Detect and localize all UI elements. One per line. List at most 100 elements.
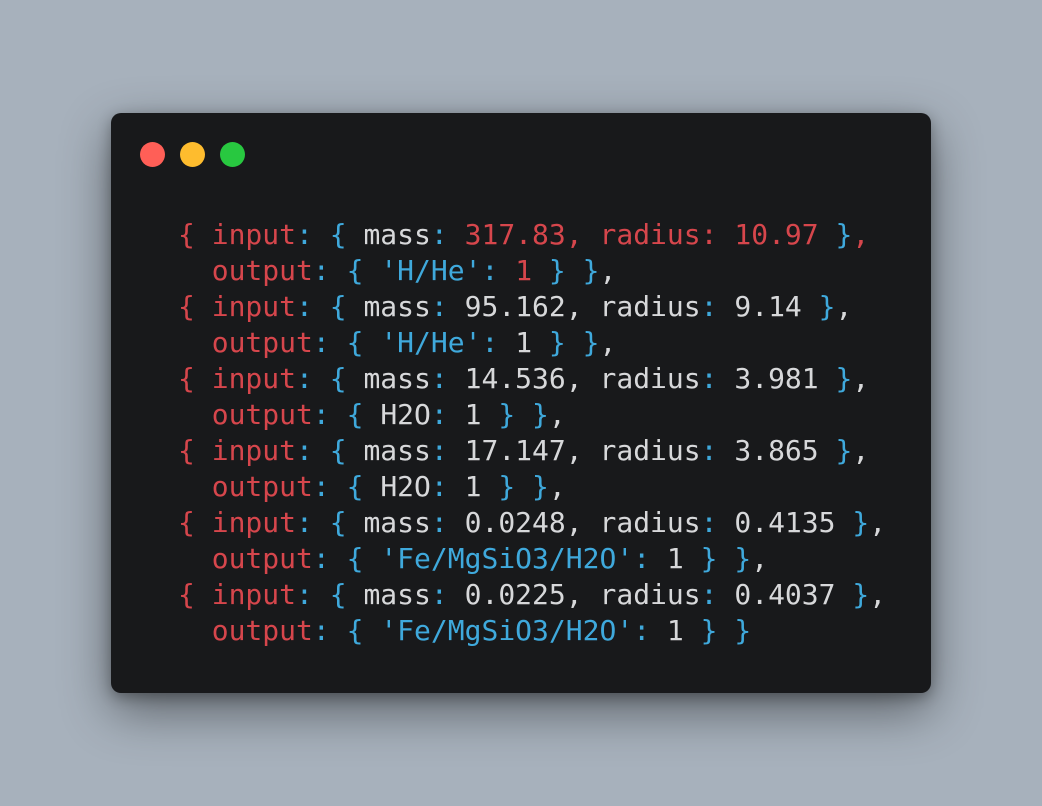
- code-token: {: [329, 578, 364, 611]
- code-token: :: [700, 578, 735, 611]
- code-token: }: [717, 614, 752, 647]
- code-token: :: [296, 362, 330, 395]
- code-token: {: [329, 362, 364, 395]
- code-token: }: [683, 542, 718, 575]
- code-token: }: [515, 470, 549, 503]
- close-button[interactable]: [140, 142, 165, 167]
- code-token: :: [633, 542, 667, 575]
- code-token: radius: [599, 434, 701, 467]
- code-token: {: [346, 614, 381, 647]
- code-token: 'H/He': [380, 326, 482, 359]
- code-token: ,: [751, 542, 769, 575]
- code-token: 'Fe/MgSiO3/H2O': [380, 614, 634, 647]
- code-line: output: { 'H/He': 1 } },: [178, 325, 886, 361]
- code-token: 1: [464, 398, 482, 431]
- code-token: output: [211, 398, 313, 431]
- code-token: 17.147: [464, 434, 566, 467]
- code-token: ,: [869, 578, 887, 611]
- code-token: ,: [835, 290, 853, 323]
- code-token: ,: [852, 362, 870, 395]
- maximize-button[interactable]: [220, 142, 245, 167]
- code-token: 1: [515, 326, 533, 359]
- code-token: 317.83: [464, 218, 566, 251]
- code-token: :: [430, 578, 465, 611]
- code-token: output: [211, 542, 313, 575]
- code-token: :: [430, 290, 465, 323]
- code-token: 'Fe/MgSiO3/H2O': [380, 542, 634, 575]
- code-token: {: [178, 578, 212, 611]
- code-token: }: [801, 290, 836, 323]
- code-token: ,: [852, 218, 870, 251]
- code-token: 0.4037: [734, 578, 836, 611]
- code-token: {: [178, 506, 212, 539]
- code-token: input: [211, 290, 297, 323]
- code-token: {: [346, 254, 381, 287]
- code-line: output: { 'Fe/MgSiO3/H2O': 1 } }: [178, 613, 886, 649]
- code-token: :: [296, 218, 330, 251]
- code-token: 1: [666, 614, 684, 647]
- code-token: input: [211, 434, 297, 467]
- code-token: 14.536: [464, 362, 566, 395]
- code-window: { input: { mass: 317.83, radius: 10.97 }…: [111, 113, 931, 693]
- code-token: }: [565, 254, 600, 287]
- code-token: :: [481, 254, 516, 287]
- code-token: mass: [363, 218, 431, 251]
- code-token: 3.981: [734, 362, 819, 395]
- code-token: {: [329, 506, 364, 539]
- code-token: :: [700, 434, 735, 467]
- code-token: }: [835, 506, 870, 539]
- code-token: ,: [565, 578, 600, 611]
- code-token: :: [430, 506, 465, 539]
- code-token: ,: [599, 326, 617, 359]
- code-token: ,: [548, 398, 566, 431]
- code-token: mass: [363, 506, 431, 539]
- code-token: 95.162: [464, 290, 566, 323]
- code-token: mass: [363, 290, 431, 323]
- code-line: { input: { mass: 95.162, radius: 9.14 },: [178, 289, 886, 325]
- code-token: {: [178, 362, 212, 395]
- code-token: :: [296, 506, 330, 539]
- code-token: input: [211, 578, 297, 611]
- code-token: {: [329, 434, 364, 467]
- code-token: radius: [599, 290, 701, 323]
- code-token: ,: [565, 362, 600, 395]
- code-token: }: [481, 470, 516, 503]
- code-token: mass: [363, 578, 431, 611]
- minimize-button[interactable]: [180, 142, 205, 167]
- code-line: { input: { mass: 0.0225, radius: 0.4037 …: [178, 577, 886, 613]
- code-token: 1: [464, 470, 482, 503]
- code-token: output: [211, 614, 313, 647]
- code-token: 0.4135: [734, 506, 836, 539]
- code-token: ,: [548, 470, 566, 503]
- code-token: :: [312, 542, 347, 575]
- code-token: }: [481, 398, 516, 431]
- code-line: output: { 'H/He': 1 } },: [178, 253, 886, 289]
- code-token: :: [296, 578, 330, 611]
- code-line: { input: { mass: 17.147, radius: 3.865 }…: [178, 433, 886, 469]
- code-token: input: [211, 506, 297, 539]
- code-line: { input: { mass: 0.0248, radius: 0.4135 …: [178, 505, 886, 541]
- code-line: { input: { mass: 317.83, radius: 10.97 }…: [178, 217, 886, 253]
- code-token: }: [565, 326, 600, 359]
- code-block: { input: { mass: 317.83, radius: 10.97 }…: [178, 217, 886, 649]
- code-token: ,: [852, 434, 870, 467]
- code-line: output: { 'Fe/MgSiO3/H2O': 1 } },: [178, 541, 886, 577]
- code-token: 10.97: [734, 218, 819, 251]
- code-token: 0.0225: [464, 578, 566, 611]
- code-token: input: [211, 218, 297, 251]
- code-token: 0.0248: [464, 506, 566, 539]
- code-token: }: [532, 254, 566, 287]
- code-token: {: [329, 218, 364, 251]
- code-token: mass: [363, 434, 431, 467]
- code-token: }: [818, 218, 853, 251]
- code-token: }: [717, 542, 752, 575]
- code-token: {: [346, 326, 381, 359]
- code-token: radius: [599, 218, 701, 251]
- code-token: ,: [565, 506, 600, 539]
- code-token: }: [532, 326, 566, 359]
- code-token: }: [515, 398, 549, 431]
